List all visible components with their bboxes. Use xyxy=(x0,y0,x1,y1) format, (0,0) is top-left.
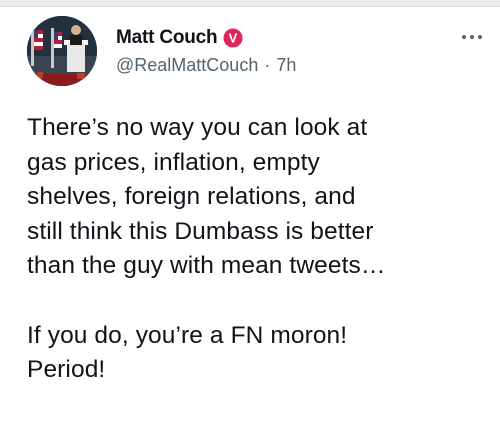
badge-letter: V xyxy=(229,31,238,46)
tweet-line: than the guy with mean tweets… xyxy=(27,252,386,280)
tweet-header: Matt Couch V @RealMattCouch · 7h xyxy=(116,25,480,76)
tweet-text: There’s no way you can look at gas price… xyxy=(27,111,487,388)
tweet-line: gas prices, inflation, empty xyxy=(27,148,320,176)
avatar-image xyxy=(27,16,97,86)
more-horizontal-icon[interactable] xyxy=(462,35,482,39)
separator-dot: · xyxy=(264,55,271,75)
handle-row: @RealMattCouch · 7h xyxy=(116,55,480,76)
avatar[interactable] xyxy=(27,16,97,86)
v-badge-icon: V xyxy=(223,28,243,48)
tweet-line: shelves, foreign relations, and xyxy=(27,183,356,211)
tweet-line: still think this Dumbass is better xyxy=(27,217,374,245)
timestamp[interactable]: 7h xyxy=(276,55,296,76)
handle[interactable]: @RealMattCouch xyxy=(116,55,258,76)
top-divider xyxy=(0,0,500,7)
tweet-line: If you do, you’re a FN moron! xyxy=(27,321,348,349)
tweet-line: Period! xyxy=(27,356,106,384)
tweet-line: There’s no way you can look at xyxy=(27,114,368,141)
tweet-card[interactable]: Matt Couch V @RealMattCouch · 7h There’s… xyxy=(0,7,500,437)
display-name[interactable]: Matt Couch xyxy=(116,27,218,49)
name-row: Matt Couch V xyxy=(116,25,480,51)
